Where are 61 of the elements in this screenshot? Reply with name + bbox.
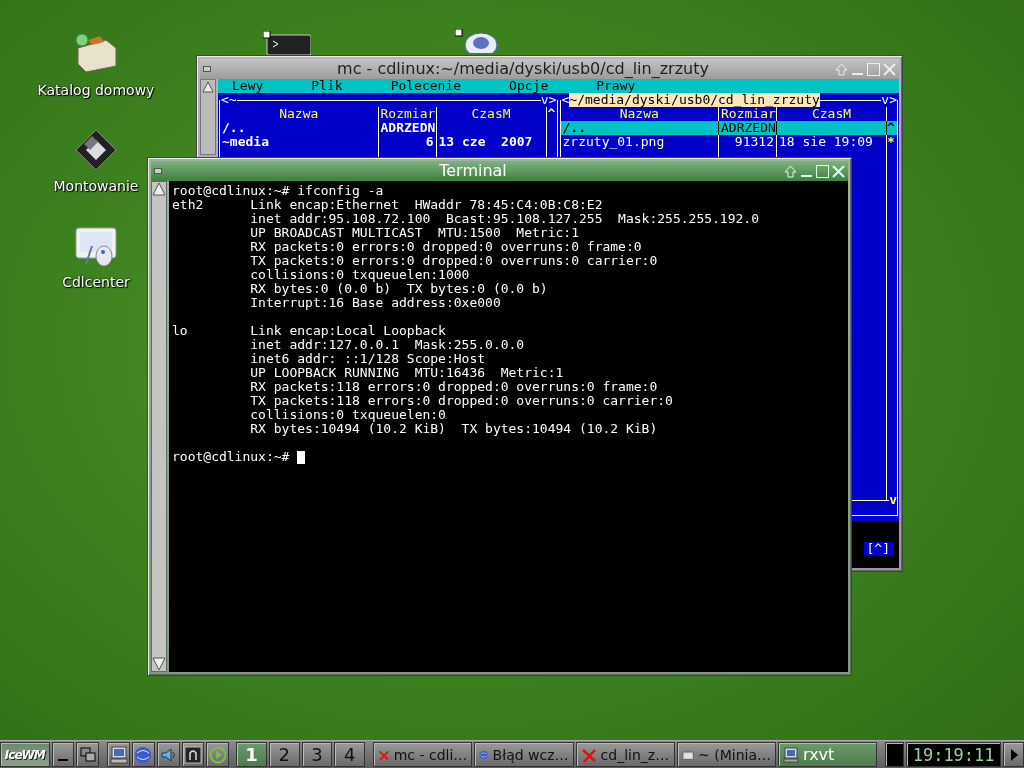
workspace-button[interactable]: 4 [334, 742, 366, 767]
terminal-line: inet addr:95.108.72.100 Bcast:95.108.127.255 Mask:255.255.192.0 [249, 212, 759, 226]
file-row[interactable]: ~media 6 13 cze 2007 [220, 135, 557, 149]
menu-item[interactable]: Prawy [596, 79, 636, 93]
terminal-line: RX bytes:0 (0.0 b) TX bytes:0 (0.0 b) [249, 282, 548, 296]
history-hint[interactable]: [^] [863, 542, 893, 556]
icon-label[interactable]: Montowanie [53, 178, 139, 194]
terminal-prompt: root@cdlinux:~# [172, 450, 290, 464]
menu-item[interactable]: Polecenie [390, 79, 462, 93]
task-button[interactable]: Błąd wcz… [474, 742, 574, 767]
terminal-line: Interrupt:16 Base address:0xe000 [249, 296, 501, 310]
file-name: ~media [220, 135, 379, 149]
file-size: ADRZEDN [719, 121, 777, 135]
task-button[interactable]: ~ (Minia… [676, 742, 776, 767]
window-title: mc - cdlinux:~/media/dyski/usb0/cd_lin_zrzuty [336, 59, 710, 79]
file-size: 6 [378, 135, 437, 149]
terminal-line: UP LOOPBACK RUNNING MTU:16436 Metric:1 [249, 366, 564, 380]
menu-item[interactable]: Opcje [509, 79, 549, 93]
clock: 19:19:11 [906, 742, 1002, 767]
file-name: /.. [560, 121, 719, 135]
window-title: Terminal [438, 161, 508, 181]
terminal-line: TX packets:0 errors:0 dropped:0 overruns:0 carrier:0 [249, 254, 658, 268]
file-name: zrzuty_01.png [560, 135, 719, 149]
column-header[interactable]: Nazwa [220, 107, 379, 121]
title-bar[interactable]: mc - cdlinux:~/media/dyski/usb0/cd_lin_zrzuty [200, 59, 899, 79]
icon-label[interactable]: Katalog domowy [37, 82, 155, 98]
terminal-line: inet6 addr: ::1/128 Scope:Host [249, 352, 486, 366]
workspace-button[interactable]: 3 [301, 742, 333, 767]
file-date: 18 sie 19:09 [777, 135, 887, 149]
workspace-button[interactable]: 1 [236, 742, 267, 767]
task-button[interactable]: mc - cdli… [373, 742, 473, 767]
workspace-button[interactable]: 2 [268, 742, 300, 767]
terminal-line: root@cdlinux:~# ifconfig -a [172, 184, 384, 198]
scroll-mark: ^ [887, 121, 896, 135]
panel-path: ~/media/dyski/usb0/cd_lin_zrzuty [569, 93, 820, 107]
terminal-line: collisions:0 txqueuelen:0 [249, 408, 446, 422]
terminal-line: TX packets:118 errors:0 dropped:0 overruns:0 carrier:0 [249, 394, 673, 408]
terminal-line: inet addr:127.0.0.1 Mask:255.0.0.0 [249, 338, 525, 352]
file-row[interactable]: /.. ADRZEDN [220, 121, 557, 135]
column-header[interactable]: Rozmiar [378, 107, 437, 121]
task-button[interactable]: cd_lin_z… [575, 742, 675, 767]
file-name: /.. [220, 121, 379, 135]
file-date: 13 cze 2007 [436, 135, 547, 149]
menu-item[interactable]: Plik [311, 79, 343, 93]
icon-label[interactable]: Cdlcenter [62, 274, 130, 290]
menu-item[interactable]: Lewy [232, 79, 264, 93]
task-button[interactable]: rxvt [778, 742, 878, 767]
terminal-line: UP BROADCAST MULTICAST MTU:1500 Metric:1 [249, 226, 579, 240]
file-row[interactable]: zrzuty_01.png 91312 18 sie 19:09 * [560, 135, 897, 149]
terminal-line: collisions:0 txqueuelen:1000 [249, 268, 470, 282]
scroll-mark: * [887, 135, 896, 149]
file-row[interactable]: /.. ADRZEDN ^ [560, 121, 897, 135]
file-size: ADRZEDN [378, 121, 437, 135]
scroll-mark: ^ [546, 107, 557, 121]
terminal-line: lo Link encap:Local Loopback [172, 324, 446, 338]
terminal-line: eth2 Link encap:Ethernet HWaddr 78:45:C4:0B:C8:E2 [172, 198, 603, 212]
terminal-line: RX packets:118 errors:0 dropped:0 overruns:0 frame:0 [249, 380, 658, 394]
terminal-line: RX packets:0 errors:0 dropped:0 overruns:0 frame:0 [249, 240, 642, 254]
file-size: 91312 [719, 135, 777, 149]
terminal-line: RX bytes:10494 (10.2 KiB) TX bytes:10494 (10.2 KiB) [249, 422, 658, 436]
column-header[interactable]: CzasM [436, 107, 547, 121]
